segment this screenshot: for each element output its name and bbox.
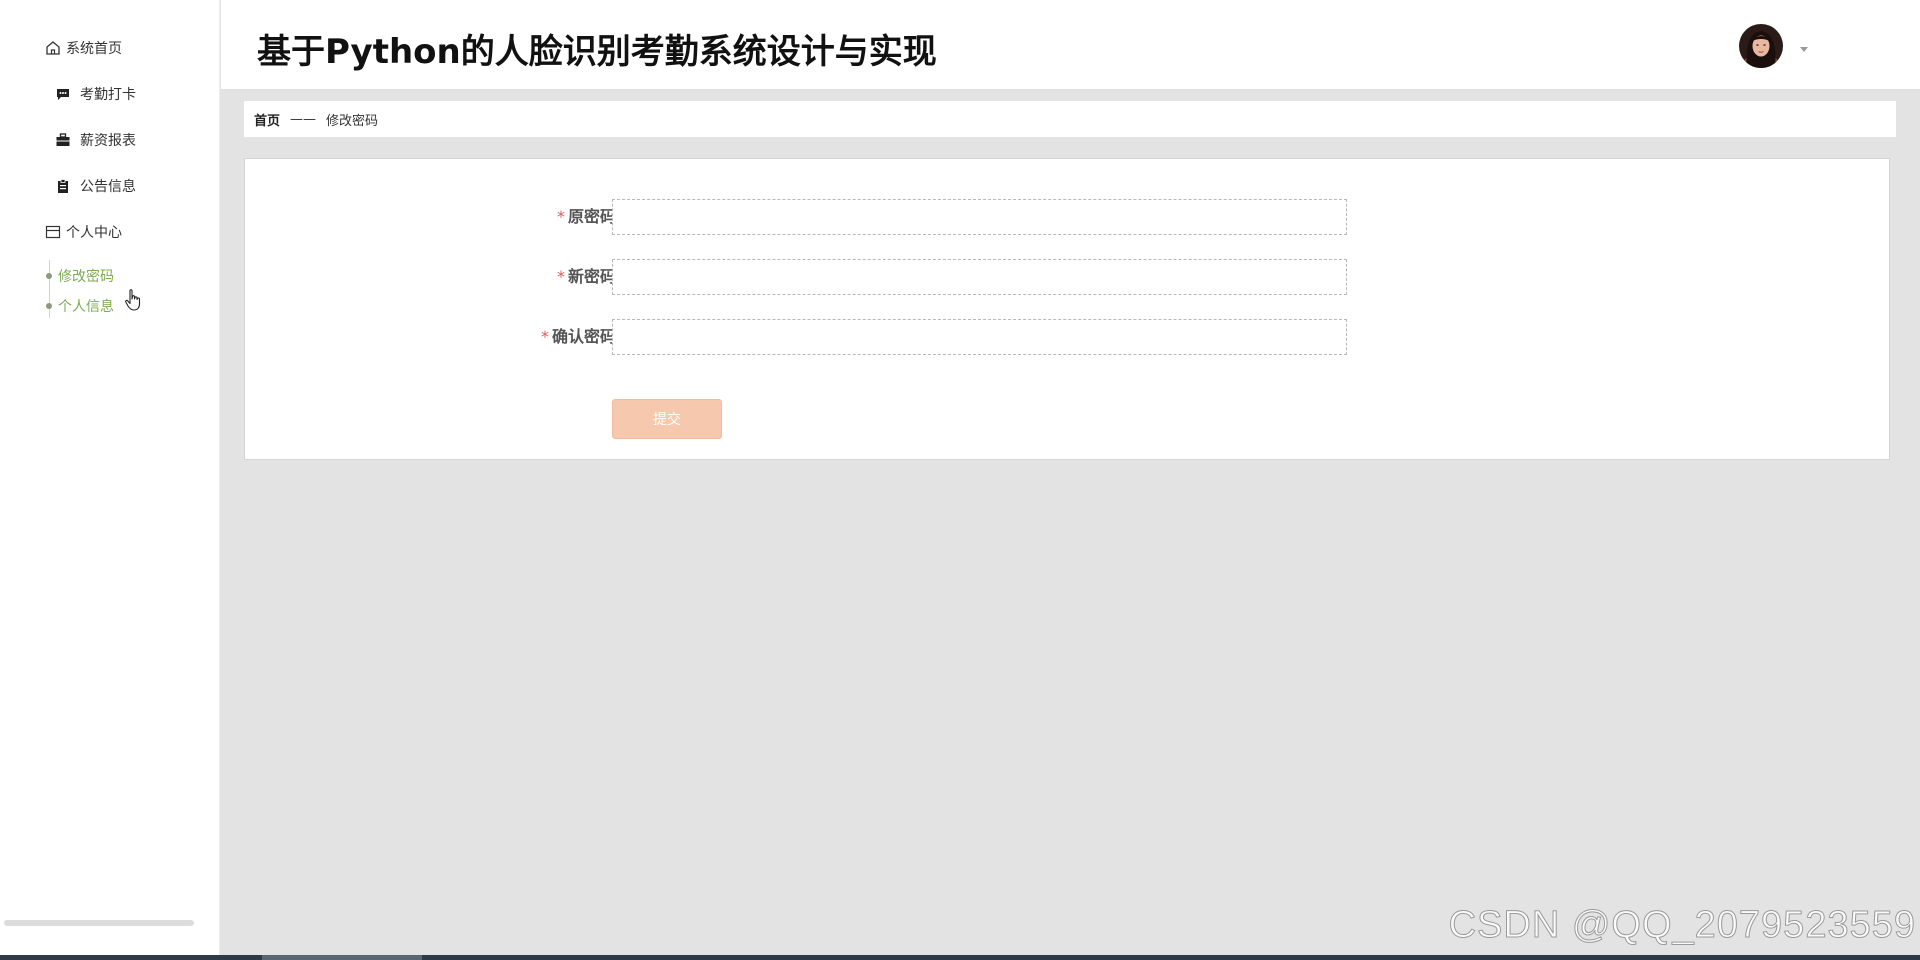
- breadcrumb-current: 修改密码: [326, 113, 379, 129]
- new-password-input[interactable]: [612, 259, 1347, 295]
- briefcase-icon: [54, 131, 72, 149]
- sidebar-item-label: 系统首页: [66, 41, 122, 57]
- bullet-icon: [46, 273, 52, 279]
- id-card-icon: [44, 223, 62, 241]
- sidebar-item-personal-center[interactable]: 个人中心: [44, 222, 122, 242]
- csdn-watermark: CSDN @QQ_2079523559: [1448, 904, 1916, 947]
- submenu-item-personal-info[interactable]: 个人信息: [46, 296, 114, 316]
- sidebar-item-notice[interactable]: 公告信息: [54, 176, 136, 196]
- new-password-label: * 新密码: [557, 259, 616, 295]
- home-icon: [44, 39, 62, 57]
- bullet-icon: [46, 303, 52, 309]
- breadcrumb: 首页 —— 修改密码: [244, 101, 1896, 137]
- old-password-input[interactable]: [612, 199, 1347, 235]
- form-row-new-password: * 新密码: [245, 259, 1891, 295]
- confirm-password-input[interactable]: [612, 319, 1347, 355]
- sidebar: 系统首页 考勤打卡 薪资报表 公告信息 个人中心 修改密码 个人信息: [0, 0, 220, 955]
- sidebar-item-label: 个人中心: [66, 225, 122, 241]
- hand-cursor-icon: [124, 288, 144, 312]
- submenu-item-change-password[interactable]: 修改密码: [46, 266, 114, 286]
- clipboard-icon: [54, 177, 72, 195]
- top-header: 基于Python的人脸识别考勤系统设计与实现: [221, 0, 1920, 90]
- required-mark: *: [540, 327, 549, 346]
- sidebar-item-label: 考勤打卡: [80, 87, 136, 103]
- required-mark: *: [556, 207, 565, 226]
- change-password-form: * 原密码 * 新密码 * 确认密码 提交: [244, 158, 1890, 460]
- chevron-down-icon[interactable]: [1797, 40, 1811, 52]
- confirm-password-label: * 确认密码: [541, 319, 616, 355]
- sidebar-item-label: 薪资报表: [80, 133, 136, 149]
- form-row-old-password: * 原密码: [245, 199, 1891, 235]
- required-mark: *: [556, 267, 565, 286]
- sidebar-item-salary[interactable]: 薪资报表: [54, 130, 136, 150]
- sidebar-item-label: 公告信息: [80, 179, 136, 195]
- sidebar-item-home[interactable]: 系统首页: [44, 38, 122, 58]
- app-title: 基于Python的人脸识别考勤系统设计与实现: [257, 32, 937, 72]
- new-password-label-text: 新密码: [567, 267, 616, 286]
- sidebar-item-attendance[interactable]: 考勤打卡: [54, 84, 136, 104]
- submenu-item-label: 个人信息: [58, 299, 114, 315]
- personal-center-submenu: 修改密码 个人信息: [46, 260, 166, 320]
- submit-button[interactable]: 提交: [612, 399, 722, 439]
- submenu-item-label: 修改密码: [58, 269, 114, 285]
- os-taskbar: [0, 955, 1920, 960]
- old-password-label-text: 原密码: [567, 207, 616, 226]
- sidebar-scrollbar[interactable]: [4, 920, 194, 926]
- form-row-confirm-password: * 确认密码: [245, 319, 1891, 355]
- breadcrumb-separator: ——: [290, 111, 317, 127]
- confirm-password-label-text: 确认密码: [551, 327, 616, 346]
- old-password-label: * 原密码: [557, 199, 616, 235]
- chat-icon: [54, 85, 72, 103]
- breadcrumb-home[interactable]: 首页: [254, 110, 280, 129]
- user-avatar[interactable]: [1739, 24, 1783, 68]
- taskbar-active-segment[interactable]: [262, 955, 422, 960]
